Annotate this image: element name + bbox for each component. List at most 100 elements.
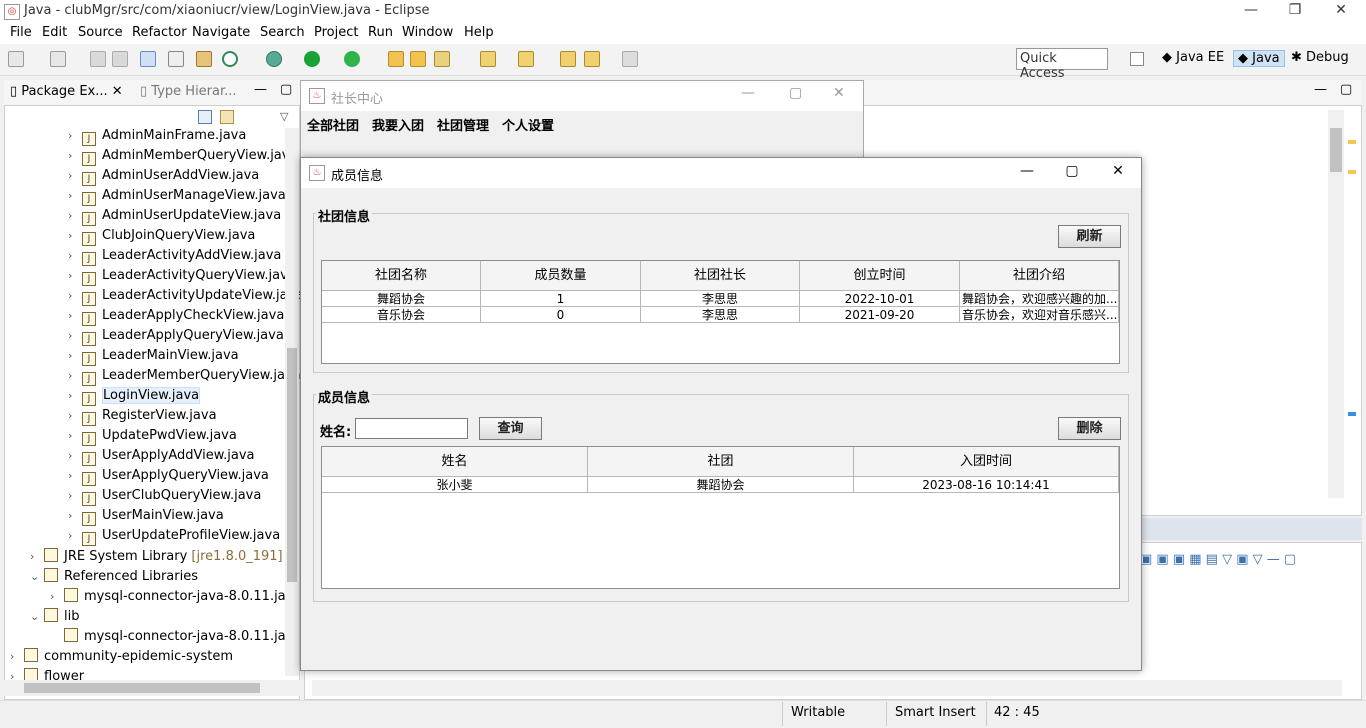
expand-arrow-icon[interactable]: › <box>68 269 82 282</box>
tree-item[interactable]: › community-epidemic-system <box>10 648 233 668</box>
table-cell[interactable]: 李思思 <box>641 307 800 323</box>
menu-personal-settings[interactable]: 个人设置 <box>502 115 554 134</box>
back-arrow-icon[interactable] <box>584 51 600 67</box>
leader-minimize-icon[interactable]: — <box>741 85 755 101</box>
tree-item[interactable]: ⌄ Referenced Libraries <box>30 568 198 588</box>
tree-item[interactable]: › mysql-connector-java-8.0.11.jar <box>50 588 291 608</box>
column-header[interactable]: 社团介绍 <box>960 261 1119 291</box>
expand-arrow-icon[interactable]: › <box>68 309 82 322</box>
expand-arrow-icon[interactable]: › <box>68 429 82 442</box>
query-button[interactable]: 查询 <box>479 417 542 440</box>
tree-item[interactable]: › J AdminUserManageView.java <box>68 188 286 208</box>
tree-item[interactable]: › J AdminUserUpdateView.java <box>68 208 281 228</box>
member-maximize-icon[interactable]: ▢ <box>1049 163 1095 179</box>
editor-scroll-thumb[interactable] <box>1330 128 1342 172</box>
expand-arrow-icon[interactable]: › <box>68 329 82 342</box>
expand-arrow-icon[interactable]: › <box>68 349 82 362</box>
open-perspective-icon[interactable] <box>1130 52 1144 66</box>
minimize-icon[interactable]: — <box>1236 2 1266 18</box>
tree-item[interactable]: › J LeaderActivityUpdateView.java <box>68 288 303 308</box>
last-edit-icon[interactable] <box>518 51 534 67</box>
column-header[interactable]: 成员数量 <box>481 261 641 291</box>
console-hscroll[interactable] <box>312 680 1342 696</box>
tree-item[interactable]: ⌄ lib <box>30 608 79 628</box>
menu-help[interactable]: Help <box>458 24 500 41</box>
column-header[interactable]: 姓名 <box>322 447 588 477</box>
table-cell[interactable]: 音乐协会，欢迎对音乐感兴... <box>960 307 1119 323</box>
search-icon[interactable] <box>434 51 450 67</box>
tree-item[interactable]: › J UserMainView.java <box>68 508 224 528</box>
column-header[interactable]: 社团名称 <box>322 261 481 291</box>
menu-window[interactable]: Window <box>396 24 459 41</box>
table-cell[interactable]: 张小斐 <box>322 477 588 493</box>
table-cell[interactable]: 音乐协会 <box>322 307 481 323</box>
menu-run[interactable]: Run <box>362 24 399 41</box>
annotation-icon[interactable] <box>480 51 496 67</box>
back-icon[interactable] <box>560 51 576 67</box>
tree-item[interactable]: › J UserApplyQueryView.java <box>68 468 269 488</box>
tree-item[interactable]: › J LeaderActivityQueryView.java <box>68 268 296 288</box>
column-header[interactable]: 社团 <box>588 447 854 477</box>
menu-project[interactable]: Project <box>308 24 364 41</box>
tree-item[interactable]: › J UserApplyAddView.java <box>68 448 255 468</box>
delete-button[interactable]: 删除 <box>1058 417 1121 440</box>
explorer-hscroll-thumb[interactable] <box>24 683 260 693</box>
table-cell[interactable]: 1 <box>481 291 641 307</box>
tree-item[interactable]: › J LeaderApplyQueryView.java <box>68 328 284 348</box>
perspective-java-ee[interactable]: ◆ Java EE <box>1162 50 1224 65</box>
menu-join-club[interactable]: 我要入团 <box>372 115 424 134</box>
expand-arrow-icon[interactable]: ⌄ <box>30 610 44 623</box>
open-type-icon[interactable] <box>388 51 404 67</box>
expand-arrow-icon[interactable]: › <box>68 449 82 462</box>
run-external-icon[interactable] <box>344 51 360 67</box>
column-header[interactable]: 入团时间 <box>854 447 1119 477</box>
leader-close-icon[interactable]: ✕ <box>833 85 845 101</box>
name-search-input[interactable] <box>355 418 468 439</box>
tree-item[interactable]: › J LeaderMemberQueryView.java <box>68 368 301 388</box>
tree-item[interactable]: › J AdminMainFrame.java <box>68 128 246 148</box>
tree-item[interactable]: › J LoginView.java <box>68 387 201 408</box>
tree-item[interactable]: › J AdminUserAddView.java <box>68 168 259 188</box>
expand-arrow-icon[interactable]: › <box>68 289 82 302</box>
menu-all-clubs[interactable]: 全部社团 <box>307 115 359 134</box>
table-cell[interactable]: 舞蹈协会 <box>588 477 854 493</box>
expand-arrow-icon[interactable]: › <box>68 529 82 542</box>
open-folder-icon[interactable] <box>410 51 426 67</box>
expand-arrow-icon[interactable]: › <box>68 509 82 522</box>
tree-item[interactable]: › J UserUpdateProfileView.java <box>68 528 280 548</box>
expand-arrow-icon[interactable]: › <box>68 129 82 142</box>
table-cell[interactable]: 2021-09-20 <box>800 307 960 323</box>
expand-arrow-icon[interactable]: › <box>68 169 82 182</box>
tree-item[interactable]: › JRE System Library [jre1.8.0_191] <box>30 548 283 568</box>
table-cell[interactable]: 2023-08-16 10:14:41 <box>854 477 1119 493</box>
expand-arrow-icon[interactable]: › <box>68 489 82 502</box>
expand-arrow-icon[interactable]: › <box>68 469 82 482</box>
tree-item[interactable]: › J AdminMemberQueryView.java <box>68 148 297 168</box>
explorer-scroll-thumb[interactable] <box>287 348 297 582</box>
tree-item[interactable]: › J ClubJoinQueryView.java <box>68 228 255 248</box>
refresh-button[interactable]: 刷新 <box>1058 225 1121 248</box>
tree-item[interactable]: mysql-connector-java-8.0.11.jar <box>50 628 291 648</box>
close-icon[interactable]: ✕ <box>1326 2 1356 18</box>
tree-item[interactable]: › J UpdatePwdView.java <box>68 428 237 448</box>
expand-arrow-icon[interactable]: › <box>68 229 82 242</box>
expand-arrow-icon[interactable]: › <box>68 389 82 402</box>
tree-item[interactable]: › J LeaderApplyCheckView.java <box>68 308 284 328</box>
editor-minimize-icon[interactable]: — <box>1314 82 1327 97</box>
member-minimize-icon[interactable]: — <box>1004 163 1050 179</box>
column-header[interactable]: 社团社长 <box>641 261 800 291</box>
column-header[interactable]: 创立时间 <box>800 261 960 291</box>
member-close-icon[interactable]: ✕ <box>1095 163 1141 179</box>
table-cell[interactable]: 舞蹈协会，欢迎感兴趣的加... <box>960 291 1119 307</box>
perspective-java[interactable]: ◆ Java <box>1233 50 1285 67</box>
expand-arrow-icon[interactable]: › <box>68 189 82 202</box>
expand-arrow-icon[interactable]: ⌄ <box>30 570 44 583</box>
menu-club-manage[interactable]: 社团管理 <box>437 115 489 134</box>
tree-item[interactable]: › J LeaderMainView.java <box>68 348 239 368</box>
expand-arrow-icon[interactable]: › <box>68 209 82 222</box>
leader-maximize-icon[interactable]: ▢ <box>789 85 802 101</box>
expand-arrow-icon[interactable]: › <box>30 550 44 563</box>
table-cell[interactable]: 2022-10-01 <box>800 291 960 307</box>
editor-maximize-icon[interactable]: ▢ <box>1340 82 1352 97</box>
expand-arrow-icon[interactable]: › <box>68 149 82 162</box>
